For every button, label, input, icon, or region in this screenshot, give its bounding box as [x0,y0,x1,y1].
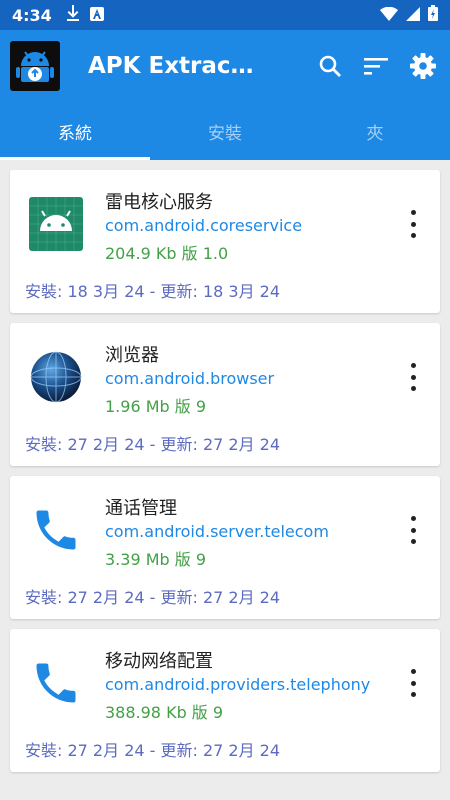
search-icon[interactable] [318,54,342,78]
phone-icon [28,655,84,711]
app-name: 移动网络配置 [105,651,213,672]
globe-icon [28,349,84,405]
more-vert-icon[interactable] [408,669,418,697]
android-robot-icon [28,196,84,252]
app-name: 通话管理 [105,498,177,519]
app-list-item[interactable]: 移动网络配置 com.android.providers.telephony 3… [10,629,440,772]
app-package: com.android.browser [105,369,275,388]
tab-system[interactable]: 系統 [0,102,150,160]
status-time: 4:34 [12,5,52,25]
tab-folder[interactable]: 夾 [300,102,450,160]
app-list-item[interactable]: 通话管理 com.android.server.telecom 3.39 Mb … [10,476,440,619]
wifi-icon [380,6,398,25]
download-icon [66,5,80,25]
more-vert-icon[interactable] [408,210,418,238]
app-logo-icon [10,41,60,91]
app-notification-icon [89,6,104,25]
app-list: 雷电核心服务 com.android.coreservice 204.9 Kb … [0,160,450,772]
tab-installed[interactable]: 安裝 [150,102,300,160]
app-name: 浏览器 [105,345,159,366]
app-package: com.android.providers.telephony [105,675,371,694]
app-dates: 安裝: 18 3月 24 - 更新: 18 3月 24 [25,282,281,301]
tab-indicator [0,157,150,160]
sort-icon[interactable] [364,56,388,76]
more-vert-icon[interactable] [408,516,418,544]
more-vert-icon[interactable] [408,363,418,391]
app-size-version: 204.9 Kb 版 1.0 [105,244,229,263]
app-size-version: 1.96 Mb 版 9 [105,397,207,416]
settings-gear-icon[interactable] [410,53,436,79]
app-name: 雷电核心服务 [105,192,213,213]
phone-icon [28,502,84,558]
app-list-item[interactable]: 浏览器 com.android.browser 1.96 Mb 版 9 安裝: … [10,323,440,466]
battery-icon [428,5,438,25]
app-size-version: 3.39 Mb 版 9 [105,550,207,569]
cell-signal-icon [406,6,420,25]
app-bar: APK Extractor [0,30,450,102]
app-package: com.android.coreservice [105,216,303,235]
app-package: com.android.server.telecom [105,522,329,541]
app-title: APK Extractor [88,53,256,79]
app-size-version: 388.98 Kb 版 9 [105,703,224,722]
app-list-item[interactable]: 雷电核心服务 com.android.coreservice 204.9 Kb … [10,170,440,313]
app-dates: 安裝: 27 2月 24 - 更新: 27 2月 24 [25,588,281,607]
status-bar: 4:34 [0,0,450,30]
tab-bar: 系統 安裝 夾 [0,102,450,160]
app-dates: 安裝: 27 2月 24 - 更新: 27 2月 24 [25,741,281,760]
app-dates: 安裝: 27 2月 24 - 更新: 27 2月 24 [25,435,281,454]
